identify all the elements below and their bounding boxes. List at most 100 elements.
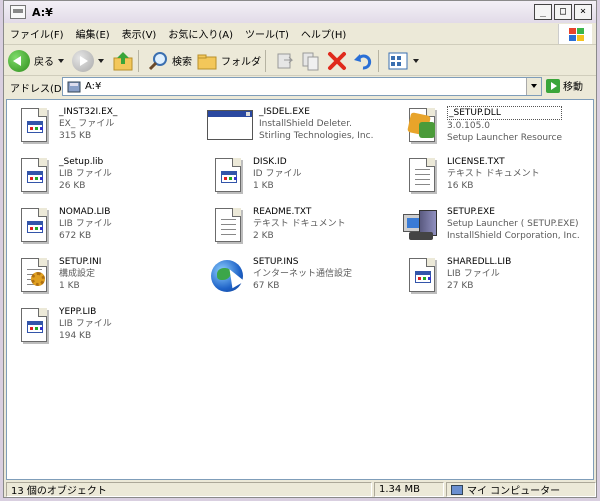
up-folder-button[interactable] xyxy=(112,50,134,72)
file-detail: 67 KB xyxy=(253,281,280,291)
file-detail: 27 KB xyxy=(447,281,474,291)
menu-favorites[interactable]: お気に入り(A) xyxy=(162,26,239,41)
file-type: Setup Launcher ( SETUP.EXE) xyxy=(447,219,579,229)
forward-arrow-icon xyxy=(72,49,94,72)
file-detail: Stirling Technologies, Inc. xyxy=(259,131,374,141)
minimize-button[interactable]: _ xyxy=(534,4,552,20)
go-button[interactable]: 移動 xyxy=(546,78,583,93)
file-item[interactable]: SETUP.EXE Setup Launcher ( SETUP.EXE) Inst… xyxy=(401,206,591,252)
window-icon xyxy=(10,5,26,19)
file-detail: 1 KB xyxy=(59,281,80,291)
file-item[interactable]: DISK.ID ID ファイル 1 KB xyxy=(211,156,401,202)
views-grid-icon xyxy=(388,52,408,69)
doc-window-icon xyxy=(17,158,51,198)
folder-icon xyxy=(197,54,217,69)
maximize-button[interactable]: □ xyxy=(554,4,572,20)
address-input[interactable]: A:¥ xyxy=(62,77,542,96)
go-arrow-icon xyxy=(546,78,560,93)
folders-label: フォルダ xyxy=(221,57,261,68)
setup-computer-icon xyxy=(401,208,437,248)
file-item[interactable]: README.TXT テキスト ドキュメント 2 KB xyxy=(211,206,401,252)
file-item[interactable]: _INST32I.EX_ EX_ ファイル 315 KB xyxy=(17,106,207,152)
menu-tools[interactable]: ツール(T) xyxy=(239,26,295,41)
doc-window-icon xyxy=(405,258,439,298)
search-button[interactable]: 検索 xyxy=(147,50,192,72)
close-button[interactable]: × xyxy=(574,4,592,20)
undo-button[interactable] xyxy=(352,50,374,72)
window-title: A:¥ xyxy=(32,5,53,19)
toolbar: 戻る 検索 フォルダ xyxy=(4,46,596,76)
delete-button[interactable] xyxy=(326,50,348,72)
dll-puzzle-icon xyxy=(405,108,439,148)
folders-button[interactable]: フォルダ xyxy=(196,50,261,72)
floppy-drive-icon xyxy=(67,81,81,92)
file-list[interactable]: _INST32I.EX_ EX_ ファイル 315 KB _ISDEL.EXE Ins… xyxy=(6,99,594,480)
views-button[interactable] xyxy=(387,50,423,72)
file-name: _ISDEL.EXE xyxy=(259,107,310,117)
file-item[interactable]: LICENSE.TXT テキスト ドキュメント 16 KB xyxy=(405,156,595,202)
chevron-down-icon[interactable] xyxy=(58,58,64,63)
menu-file[interactable]: ファイル(F) xyxy=(4,26,70,41)
file-item[interactable]: NOMAD.LIB LIB ファイル 672 KB xyxy=(17,206,207,252)
file-type: テキスト ドキュメント xyxy=(447,169,540,179)
folder-up-icon xyxy=(113,51,133,70)
file-type: テキスト ドキュメント xyxy=(253,219,346,229)
address-label: アドレス(D) xyxy=(10,83,66,95)
status-bar: 13 個のオブジェクト 1.34 MB マイ コンピューター xyxy=(4,481,596,498)
title-bar[interactable]: A:¥ _ □ × xyxy=(4,1,596,23)
menu-help[interactable]: ヘルプ(H) xyxy=(295,26,352,41)
text-document-icon xyxy=(405,158,439,198)
menu-edit[interactable]: 編集(E) xyxy=(70,26,116,41)
internet-shortcut-icon xyxy=(211,258,245,298)
file-detail: 2 KB xyxy=(253,231,274,241)
doc-window-icon xyxy=(17,208,51,248)
file-detail: 1 KB xyxy=(253,181,274,191)
file-type: LIB ファイル xyxy=(59,319,112,329)
address-dropdown-button[interactable] xyxy=(526,78,541,95)
move-to-button[interactable] xyxy=(274,50,296,72)
back-arrow-icon xyxy=(8,49,30,72)
menu-view[interactable]: 表示(V) xyxy=(116,26,163,41)
status-object-count: 13 個のオブジェクト xyxy=(6,482,372,497)
file-type: 構成設定 xyxy=(59,269,96,279)
my-computer-icon xyxy=(451,484,463,495)
back-label: 戻る xyxy=(34,57,54,68)
file-item[interactable]: SHAREDLL.LIB LIB ファイル 27 KB xyxy=(405,256,595,302)
move-to-icon xyxy=(277,53,294,68)
file-type: LIB ファイル xyxy=(447,269,500,279)
doc-window-icon xyxy=(17,308,51,348)
file-item[interactable]: _Setup.lib LIB ファイル 26 KB xyxy=(17,156,207,202)
forward-button[interactable] xyxy=(72,49,108,72)
file-detail: InstallShield Corporation, Inc. xyxy=(447,231,580,241)
file-type: インターネット通信設定 xyxy=(253,269,353,279)
search-icon xyxy=(148,51,167,70)
file-item[interactable]: _SETUP.DLL 3.0.105.0 Setup Launcher Resour… xyxy=(405,106,595,152)
chevron-down-icon[interactable] xyxy=(413,58,419,63)
text-document-icon xyxy=(211,208,245,248)
address-value: A:¥ xyxy=(85,81,102,92)
windows-logo-icon xyxy=(558,24,592,44)
copy-to-icon xyxy=(302,52,319,70)
file-name: SETUP.EXE xyxy=(447,207,495,217)
file-detail: 26 KB xyxy=(59,181,86,191)
file-type: EX_ ファイル xyxy=(59,119,115,129)
back-button[interactable]: 戻る xyxy=(8,49,68,72)
explorer-window: A:¥ _ □ × ファイル(F) 編集(E) 表示(V) お気に入り(A) ツ… xyxy=(3,0,597,498)
file-item[interactable]: SETUP.INI 構成設定 1 KB xyxy=(17,256,207,302)
file-name: _SETUP.DLL xyxy=(447,106,563,120)
file-item[interactable]: SETUP.INS インターネット通信設定 67 KB xyxy=(211,256,401,302)
file-detail: 315 KB xyxy=(59,131,92,141)
ini-settings-icon xyxy=(17,258,51,298)
file-name: _INST32I.EX_ xyxy=(59,107,118,117)
menu-bar: ファイル(F) 編集(E) 表示(V) お気に入り(A) ツール(T) ヘルプ(… xyxy=(4,23,596,45)
chevron-down-icon[interactable] xyxy=(98,58,104,63)
file-item[interactable]: _ISDEL.EXE InstallShield Deleter. Stirling… xyxy=(207,106,397,152)
file-type: InstallShield Deleter. xyxy=(259,119,352,129)
copy-to-button[interactable] xyxy=(300,50,322,72)
file-item[interactable]: YEPP.LIB LIB ファイル 194 KB xyxy=(17,306,207,352)
file-type: LIB ファイル xyxy=(59,169,112,179)
doc-window-icon xyxy=(17,108,51,148)
file-type: ID ファイル xyxy=(253,169,302,179)
undo-icon xyxy=(354,53,372,70)
file-name: NOMAD.LIB xyxy=(59,207,111,217)
